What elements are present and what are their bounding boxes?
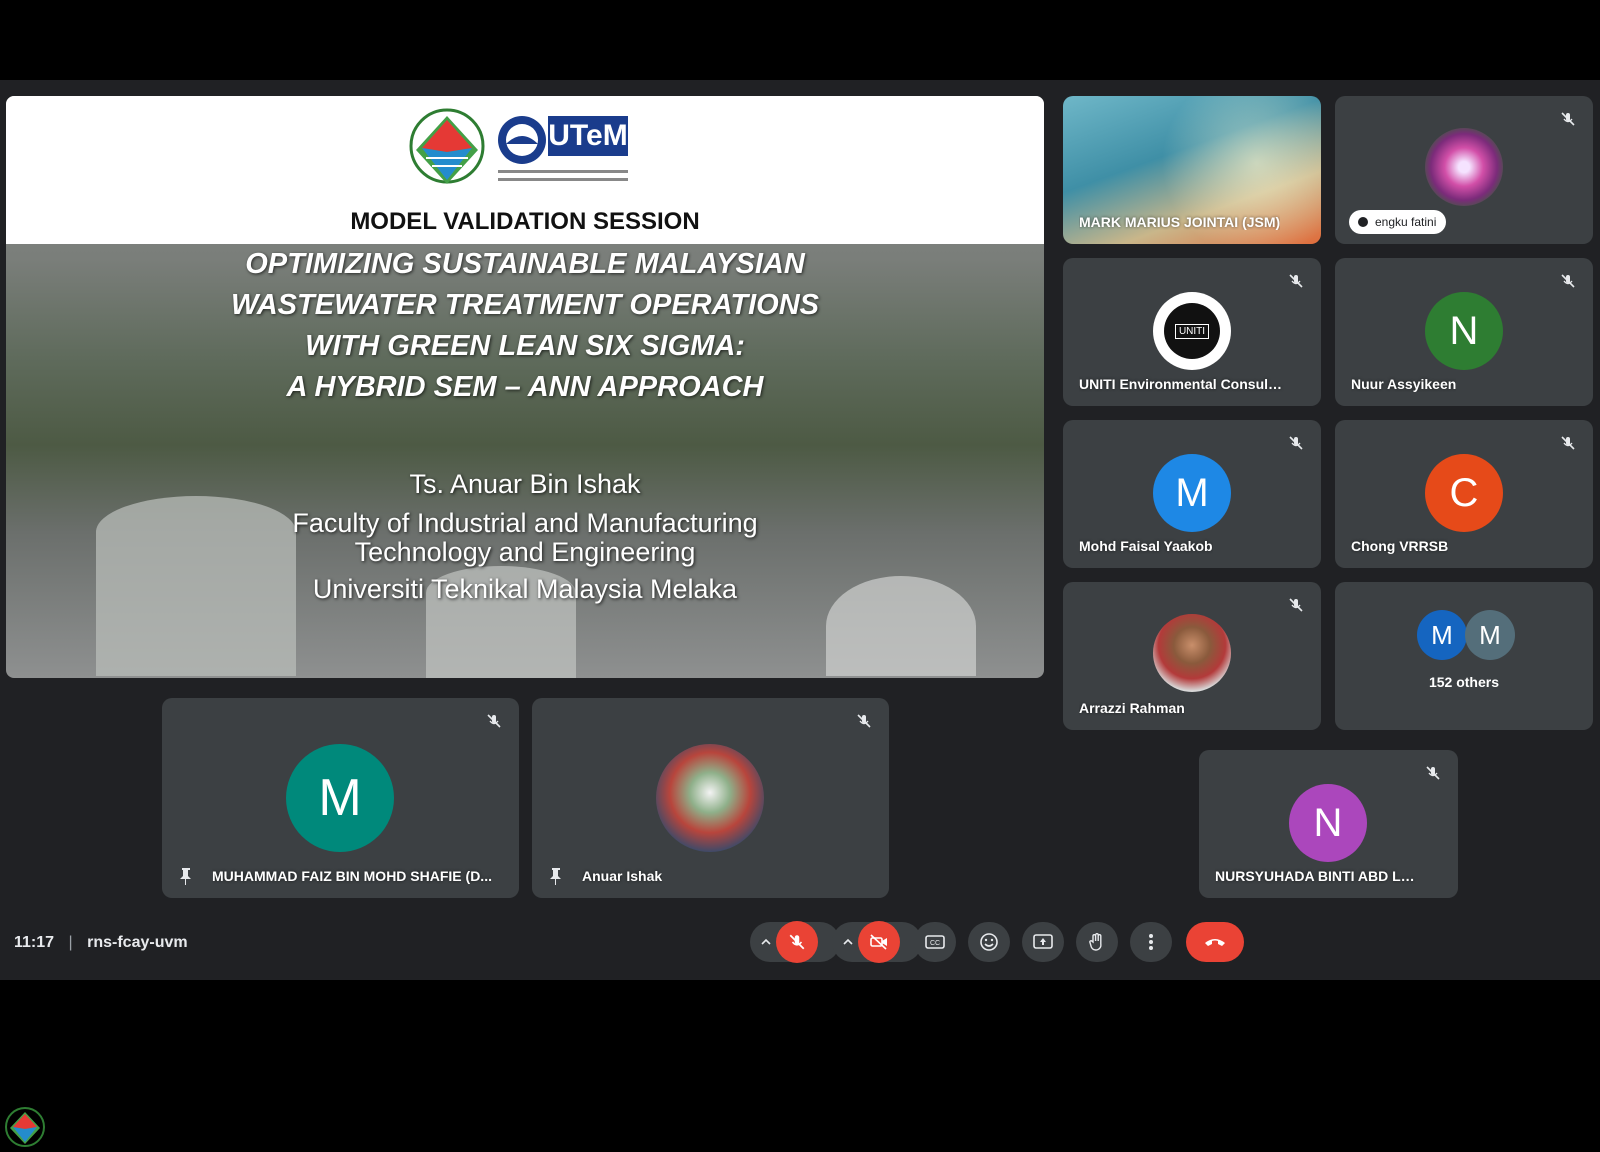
mic-off-icon xyxy=(1422,762,1444,784)
chevron-up-icon xyxy=(761,938,771,945)
mic-off-icon xyxy=(853,710,875,732)
avatar-text: UNITI xyxy=(1174,323,1210,339)
svg-text:CC: CC xyxy=(930,940,940,947)
avatar xyxy=(1153,614,1231,692)
meeting-info: 11:17 | rns-fcay-uvm xyxy=(14,934,188,952)
mic-off-icon xyxy=(1557,108,1579,130)
participant-name: UNITI Environmental Consulta... xyxy=(1079,376,1286,392)
participant-tile-others[interactable]: M M 152 others xyxy=(1335,582,1593,730)
avatar: M xyxy=(1417,610,1467,660)
mic-off-icon xyxy=(483,710,505,732)
present-screen-button[interactable] xyxy=(1022,922,1064,962)
avatar: M xyxy=(286,744,394,852)
raise-hand-button[interactable] xyxy=(1076,922,1118,962)
headline-line: OPTIMIZING SUSTAINABLE MALAYSIAN xyxy=(245,248,805,280)
participant-name: MARK MARIUS JOINTAI (JSM) xyxy=(1079,214,1281,230)
utem-globe-icon xyxy=(498,116,546,164)
more-vert-icon xyxy=(1149,934,1153,950)
mic-off-icon xyxy=(1285,432,1307,454)
participant-name: NURSYUHADA BINTI ABD LAH ... xyxy=(1215,868,1423,884)
mic-toggle-button[interactable] xyxy=(776,921,818,963)
utem-logo: UTeM xyxy=(496,110,636,190)
avatar: N xyxy=(1425,292,1503,370)
participant-tile-uniti[interactable]: UNITI UNITI Environmental Consulta... xyxy=(1063,258,1321,406)
mic-off-icon xyxy=(1557,432,1579,454)
participant-name: Anuar Ishak xyxy=(582,868,663,884)
utem-logo-text: UTeM xyxy=(548,116,628,156)
headline-line: WITH GREEN LEAN SIX SIGMA: xyxy=(305,330,745,362)
slide-headline: OPTIMIZING SUSTAINABLE MALAYSIAN WASTEWA… xyxy=(6,244,1044,408)
presentation-slide[interactable]: UTeM MODEL VALIDATION SESSION OPTIMIZING… xyxy=(6,96,1044,678)
participant-tile-mark[interactable]: MARK MARIUS JOINTAI (JSM) xyxy=(1063,96,1321,244)
separator: | xyxy=(68,934,73,951)
participant-tile-nursyuhada[interactable]: N NURSYUHADA BINTI ABD LAH ... xyxy=(1199,750,1458,898)
camera-toggle-button[interactable] xyxy=(858,921,900,963)
participant-tile-engku[interactable]: engku fatini xyxy=(1335,96,1593,244)
participant-tile-chong[interactable]: C Chong VRRSB xyxy=(1335,420,1593,568)
presenter-line: Technology and Engineering xyxy=(354,537,696,567)
avatar xyxy=(1425,128,1503,206)
mic-off-icon xyxy=(1557,270,1579,292)
avatar: M xyxy=(1153,454,1231,532)
meeting-code: rns-fcay-uvm xyxy=(87,934,188,951)
session-title: MODEL VALIDATION SESSION xyxy=(350,208,700,235)
clock-time: 11:17 xyxy=(14,934,55,951)
participant-name: Chong VRRSB xyxy=(1351,538,1449,554)
more-options-button[interactable] xyxy=(1130,922,1172,962)
others-count-label: 152 others xyxy=(1428,674,1500,690)
leave-call-button[interactable] xyxy=(1186,922,1244,962)
captions-button[interactable]: CC xyxy=(914,922,956,962)
avatar: M xyxy=(1465,610,1515,660)
participant-tile-muhammad[interactable]: M MUHAMMAD FAIZ BIN MOHD SHAFIE (D... xyxy=(162,698,519,898)
mic-off-icon xyxy=(1285,270,1307,292)
watermark-logo xyxy=(5,1107,45,1147)
participant-name: Nuur Assyikeen xyxy=(1351,376,1457,392)
raised-hand-icon xyxy=(1358,217,1368,227)
avatar: C xyxy=(1425,454,1503,532)
pin-icon[interactable] xyxy=(176,866,196,886)
hand-icon xyxy=(1089,933,1102,951)
participant-name: engku fatini xyxy=(1375,215,1437,229)
headline-line: WASTEWATER TREATMENT OPERATIONS xyxy=(230,289,820,321)
meeting-controls-bar: 11:17 | rns-fcay-uvm CC xyxy=(0,902,1600,980)
presenter-line: Universiti Teknikal Malaysia Melaka xyxy=(312,574,738,604)
present-icon xyxy=(1033,934,1053,949)
participant-name: Mohd Faisal Yaakob xyxy=(1079,538,1213,554)
participant-tile-nuur[interactable]: N Nuur Assyikeen xyxy=(1335,258,1593,406)
participant-tile-mohd[interactable]: M Mohd Faisal Yaakob xyxy=(1063,420,1321,568)
avatar: N xyxy=(1289,784,1367,862)
chevron-up-icon xyxy=(843,938,853,945)
avatar: UNITI xyxy=(1153,292,1231,370)
participant-name: Arrazzi Rahman xyxy=(1079,700,1185,716)
emoji-icon xyxy=(980,933,998,951)
meet-window: UTeM MODEL VALIDATION SESSION OPTIMIZING… xyxy=(0,80,1600,980)
hang-up-icon xyxy=(1205,939,1225,946)
presenter-line: Ts. Anuar Bin Ishak xyxy=(409,469,641,499)
mic-off-icon xyxy=(789,934,805,950)
avatar xyxy=(656,744,764,852)
participant-tile-anuar[interactable]: Anuar Ishak xyxy=(532,698,889,898)
reactions-button[interactable] xyxy=(968,922,1010,962)
participant-name: MUHAMMAD FAIZ BIN MOHD SHAFIE (D... xyxy=(212,868,492,884)
headline-line: A HYBRID SEM – ANN APPROACH xyxy=(286,371,764,403)
camera-off-icon xyxy=(870,934,887,950)
pin-icon[interactable] xyxy=(546,866,566,886)
presenter-info: Ts. Anuar Bin Ishak Faculty of Industria… xyxy=(6,468,1044,606)
mic-off-icon xyxy=(1285,594,1307,616)
emblem-logo xyxy=(409,108,485,184)
participant-tile-arrazzi[interactable]: Arrazzi Rahman xyxy=(1063,582,1321,730)
captions-icon: CC xyxy=(925,935,945,949)
participant-name-pill: engku fatini xyxy=(1349,210,1447,234)
